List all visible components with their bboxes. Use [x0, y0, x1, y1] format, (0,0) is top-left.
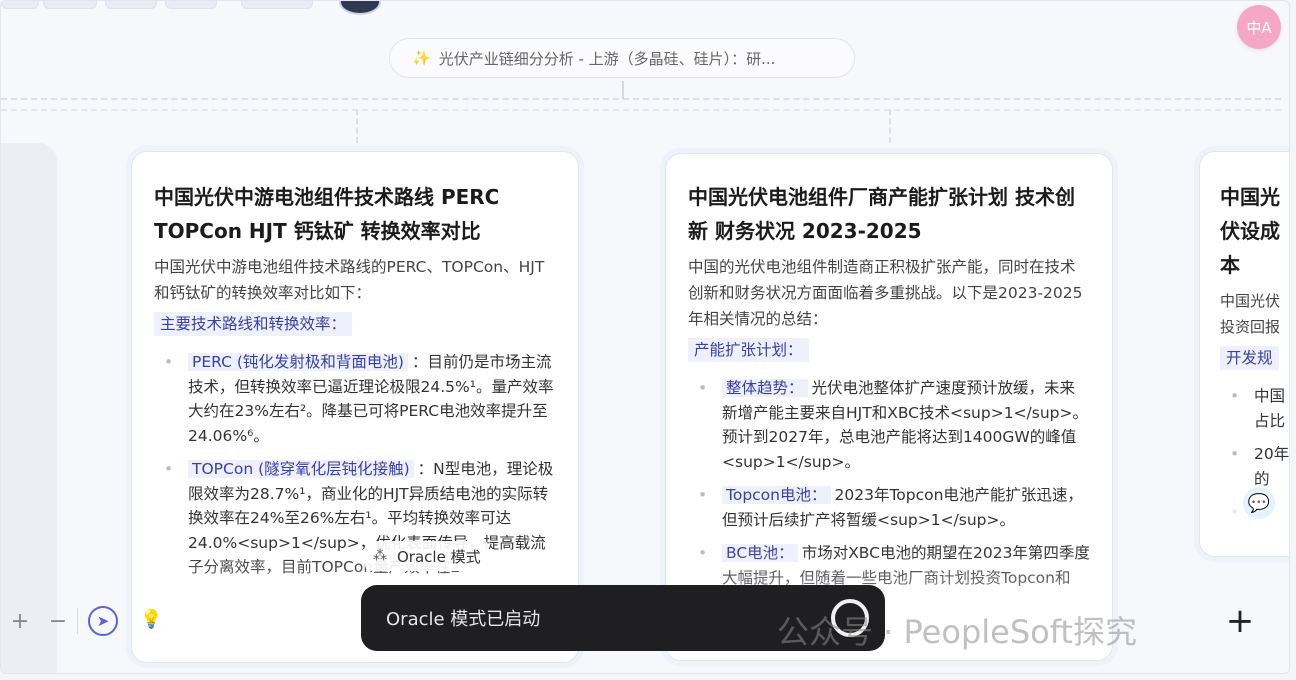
card-intro: 中国的光伏电池组件制造商正积极扩张产能，同时在技术创新和财务状况方面面临着多重挑… [688, 258, 1083, 328]
add-button[interactable]: + [1219, 601, 1261, 643]
canvas-frame: 中A ✨ 光伏产业链细分分析 - 上游（多晶硅、硅片）：研... 中国光伏中游电… [0, 0, 1290, 674]
list-item: TOPCon (隧穿氧化层钝化接触)：N型电池，理论极限效率为28.7%¹，商业… [154, 457, 556, 580]
section-label: 产能扩张计划： [688, 338, 809, 362]
item-label: BC电池： [722, 544, 798, 562]
watermark-text: 公众号 · PeopleSoft探究 [777, 613, 1137, 651]
connector-stem [356, 109, 358, 143]
avatar[interactable] [339, 1, 381, 15]
card-list: 整体趋势：光伏电池整体扩产速度预计放缓，未来新增产能主要来自HJT和XBC技术<… [688, 376, 1090, 615]
card-intro: 中国光伏中游电池组件技术路线的PERC、TOPCon、HJT和钙钛矿的转换效率对… [154, 258, 545, 302]
chat-icon[interactable]: 💬 [1243, 487, 1275, 519]
sparkle-icon: ✨ [412, 49, 431, 67]
oracle-tooltip: ⁂ Oracle 模式 [365, 541, 489, 571]
list-item: PERC (钝化发射极和背面电池)：目前仍是市场主流技术，但转换效率已逼近理论极… [154, 350, 556, 448]
section-label: 开发规 [1220, 346, 1279, 370]
connector-stem [889, 109, 891, 143]
card-title: 中国光伏中游电池组件技术路线 PERC TOPCon HJT 钙钛矿 转换效率对… [154, 185, 500, 243]
list-item: Topcon电池：2023年Topcon电池产能扩张迅速，但预计后续扩产将暂缓<… [688, 483, 1090, 532]
card-title: 中国光伏电池组件厂商产能扩张计划 技术创新 财务状况 2023-2025 [688, 185, 1075, 243]
item-text: 20年的 [1254, 445, 1290, 488]
item-label: PERC (钝化发射极和背面电池) [188, 353, 408, 371]
top-chip[interactable] [43, 1, 97, 9]
parent-node-pill[interactable]: ✨ 光伏产业链细分分析 - 上游（多晶硅、硅片）：研... [389, 38, 855, 78]
oracle-sparkle-icon: ⁂ [373, 548, 387, 564]
top-chip[interactable] [241, 1, 313, 9]
top-chip[interactable] [165, 1, 217, 9]
left-card-partial[interactable] [1, 143, 57, 673]
list-item: 20年的 [1220, 442, 1290, 491]
item-label: Topcon电池： [722, 486, 831, 504]
lightbulb-icon[interactable]: 💡 [140, 609, 162, 630]
item-label: TOPCon (隧穿氧化层钝化接触) [188, 460, 414, 478]
parent-node-label: 光伏产业链细分分析 - 上游（多晶硅、硅片）：研... [438, 49, 776, 68]
zoom-out-button[interactable]: − [39, 609, 77, 634]
card-list: PERC (钝化发射极和背面电池)：目前仍是市场主流技术，但转换效率已逼近理论极… [154, 350, 556, 580]
item-label: 整体趋势： [722, 379, 808, 397]
translate-icon: 中A [1246, 18, 1272, 37]
item-text: 中国占比 [1254, 387, 1286, 430]
divider [77, 608, 78, 634]
list-item: 整体趋势：光伏电池整体扩产速度预计放缓，未来新增产能主要来自HJT和XBC技术<… [688, 376, 1090, 474]
connector-stem [622, 81, 624, 99]
translate-button[interactable]: 中A [1237, 5, 1281, 49]
list-item: 中国占比 [1220, 384, 1289, 433]
connector-line [1, 109, 1281, 111]
oracle-tooltip-label: Oracle 模式 [397, 547, 481, 566]
section-label: 主要技术路线和转换效率： [154, 312, 353, 336]
top-chip[interactable] [105, 1, 157, 9]
card-intro: 中国光伏投资回报 [1220, 292, 1281, 336]
card-title: 中国光伏设成本 [1220, 185, 1280, 277]
toast-message: Oracle 模式已启动 [386, 609, 541, 630]
top-chip[interactable] [1, 1, 39, 9]
compass-icon[interactable]: ➤ [88, 606, 118, 636]
zoom-in-button[interactable]: + [1, 609, 39, 634]
zoom-controls: + − ➤ [1, 599, 129, 643]
connector-line [1, 98, 1281, 100]
